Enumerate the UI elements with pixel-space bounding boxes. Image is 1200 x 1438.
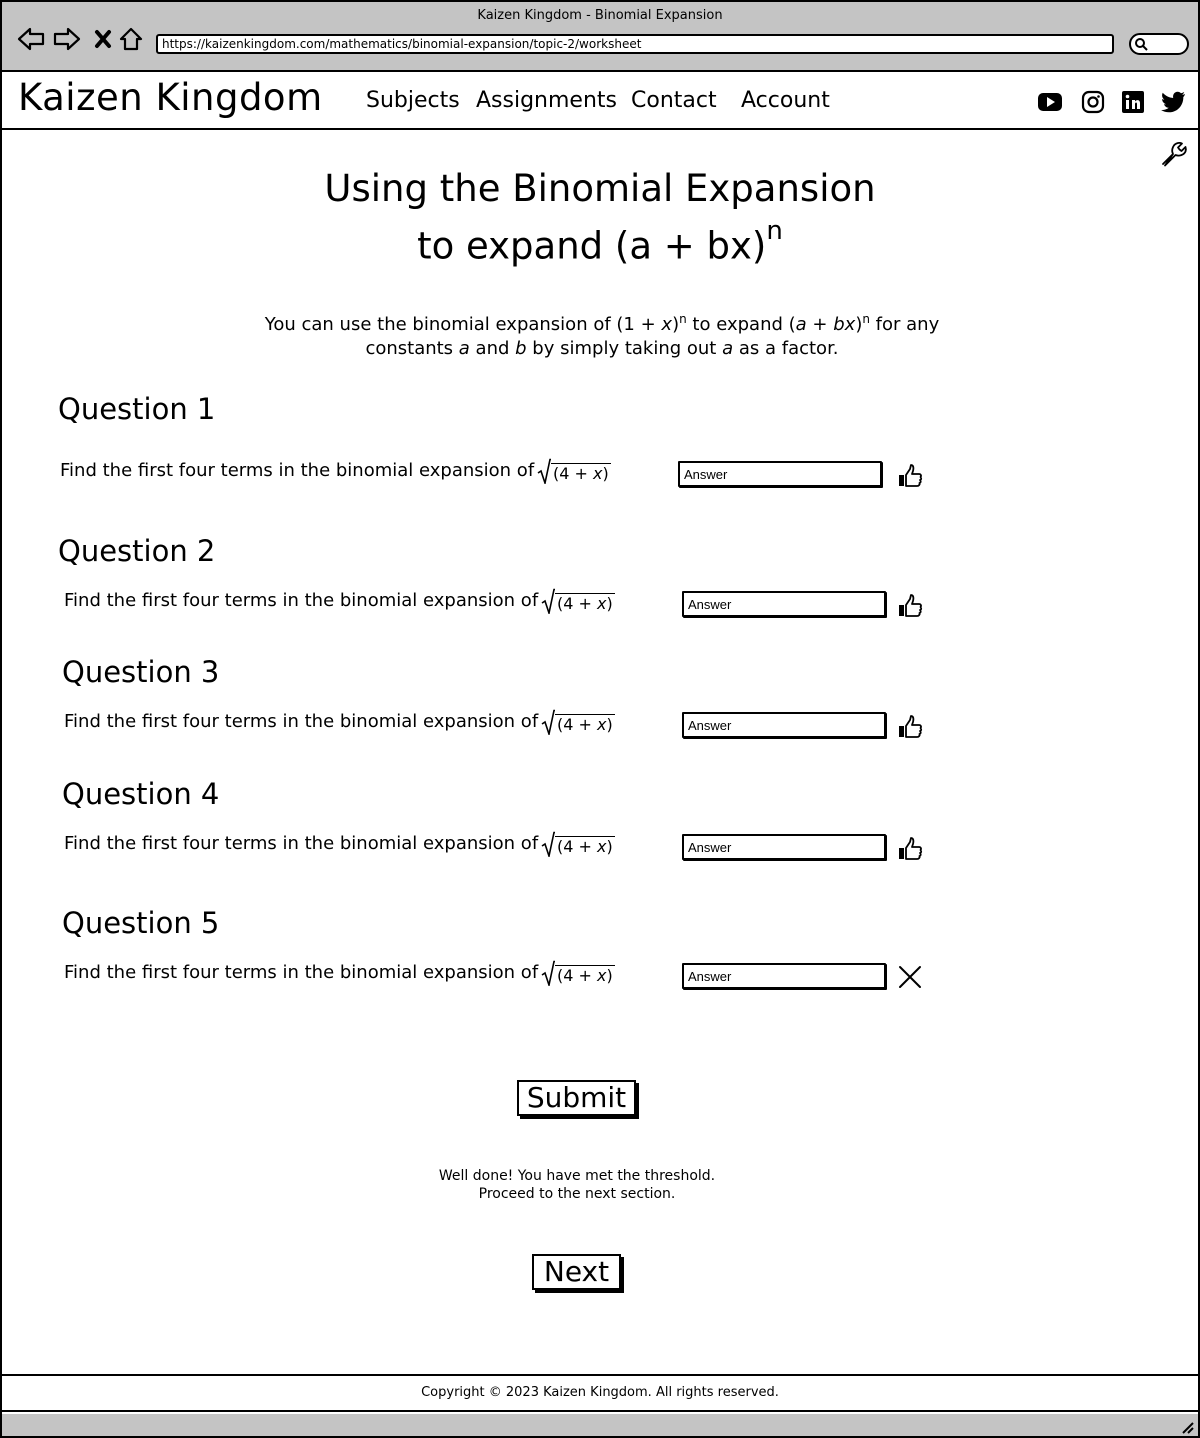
thumbs-up-icon bbox=[899, 594, 923, 617]
question-4-result bbox=[896, 835, 924, 863]
question-1-text: Find the first four terms in the binomia… bbox=[60, 460, 535, 481]
radical-sign bbox=[541, 588, 555, 614]
browser-window: Kaizen Kingdom - Binomial Expansion http… bbox=[0, 0, 1200, 1438]
message-line1: Well done! You have met the threshold. bbox=[438, 1168, 716, 1184]
back-icon bbox=[17, 27, 45, 51]
home-icon bbox=[119, 27, 143, 51]
question-3-expression: (4 + x) bbox=[541, 709, 615, 735]
stop-button[interactable] bbox=[88, 24, 118, 54]
thumbs-up-icon bbox=[899, 837, 923, 860]
stop-icon bbox=[95, 30, 111, 48]
address-bar[interactable]: https://kaizenkingdom.com/mathematics/bi… bbox=[156, 34, 1114, 54]
intro-paragraph: You can use the binomial expansion of (1… bbox=[252, 307, 952, 361]
question-5-text: Find the first four terms in the binomia… bbox=[64, 962, 539, 983]
back-button[interactable] bbox=[16, 24, 46, 54]
youtube-link[interactable] bbox=[1037, 89, 1063, 115]
browser-search-field[interactable] bbox=[1129, 33, 1189, 55]
page-footer: Copyright © 2023 Kaizen Kingdom. All rig… bbox=[2, 1374, 1198, 1412]
question-4-text: Find the first four terms in the binomia… bbox=[64, 833, 539, 854]
nav-assignments[interactable]: Assignments bbox=[476, 88, 617, 113]
status-bar bbox=[2, 1414, 1198, 1436]
question-1-expression: (4 + x) bbox=[537, 458, 611, 484]
youtube-icon bbox=[1038, 93, 1062, 111]
question-5-expression: (4 + x) bbox=[541, 960, 615, 986]
cross-icon bbox=[899, 966, 921, 988]
radical-sign bbox=[541, 831, 555, 857]
wrench-icon bbox=[1162, 141, 1187, 167]
question-5-heading: Question 5 bbox=[62, 906, 220, 940]
linkedin-icon bbox=[1122, 91, 1144, 113]
nav-contact[interactable]: Contact bbox=[631, 88, 717, 113]
question-3-result bbox=[896, 713, 924, 741]
question-4-answer-input[interactable] bbox=[682, 834, 886, 860]
instagram-icon bbox=[1081, 90, 1105, 114]
message-line2: Proceed to the next section. bbox=[478, 1186, 676, 1202]
forward-icon bbox=[53, 27, 81, 51]
radical-sign bbox=[541, 709, 555, 735]
nav-account[interactable]: Account bbox=[741, 88, 830, 113]
radical-sign bbox=[541, 960, 555, 986]
submit-button[interactable]: Submit bbox=[517, 1080, 636, 1116]
question-1-answer-input[interactable] bbox=[678, 461, 882, 487]
question-2-heading: Question 2 bbox=[58, 534, 216, 568]
question-5-answer-input[interactable] bbox=[682, 963, 886, 989]
copyright-text: Copyright © 2023 Kaizen Kingdom. All rig… bbox=[421, 1385, 779, 1400]
question-1-result bbox=[896, 462, 924, 490]
forward-button[interactable] bbox=[52, 24, 82, 54]
question-3-answer-input[interactable] bbox=[682, 712, 886, 738]
page-title-exponent: n bbox=[766, 216, 783, 246]
next-button[interactable]: Next bbox=[532, 1254, 621, 1290]
intro-line2: constants a and b by simply taking out a… bbox=[365, 338, 839, 359]
thumbs-up-icon bbox=[899, 715, 923, 738]
site-logo[interactable]: Kaizen Kingdom bbox=[18, 76, 323, 119]
intro-line1: You can use the binomial expansion of (1… bbox=[264, 312, 940, 335]
site-header: Kaizen Kingdom Subjects Assignments Cont… bbox=[2, 74, 1198, 130]
question-1-heading: Question 1 bbox=[58, 392, 216, 426]
linkedin-link[interactable] bbox=[1120, 89, 1146, 115]
radical-sign bbox=[537, 458, 551, 484]
page-title-line2-text: to expand (a + bx) bbox=[417, 224, 767, 268]
twitter-link[interactable] bbox=[1160, 89, 1186, 115]
question-3-text: Find the first four terms in the binomia… bbox=[64, 711, 539, 732]
question-2-text: Find the first four terms in the binomia… bbox=[64, 590, 539, 611]
nav-subjects[interactable]: Subjects bbox=[366, 88, 460, 113]
page-title-line1: Using the Binomial Expansion bbox=[324, 167, 876, 210]
question-4-heading: Question 4 bbox=[62, 777, 220, 811]
question-3-heading: Question 3 bbox=[62, 655, 220, 689]
page-title: Using the Binomial Expansion to expand (… bbox=[2, 165, 1198, 270]
thumbs-up-icon bbox=[899, 464, 923, 487]
window-title: Kaizen Kingdom - Binomial Expansion bbox=[477, 8, 723, 23]
instagram-link[interactable] bbox=[1080, 89, 1106, 115]
resize-handle-icon[interactable] bbox=[1180, 1420, 1194, 1434]
twitter-icon bbox=[1161, 91, 1185, 113]
question-4-expression: (4 + x) bbox=[541, 831, 615, 857]
threshold-message: Well done! You have met the threshold. P… bbox=[2, 1167, 1152, 1203]
search-icon bbox=[1135, 38, 1148, 51]
question-2-expression: (4 + x) bbox=[541, 588, 615, 614]
question-2-result bbox=[896, 592, 924, 620]
browser-toolbar: Kaizen Kingdom - Binomial Expansion http… bbox=[2, 2, 1198, 72]
home-button[interactable] bbox=[116, 24, 146, 54]
question-5-result bbox=[896, 963, 924, 991]
page-title-line2: to expand (a + bx)n bbox=[2, 213, 1198, 270]
question-2-answer-input[interactable] bbox=[682, 591, 886, 617]
